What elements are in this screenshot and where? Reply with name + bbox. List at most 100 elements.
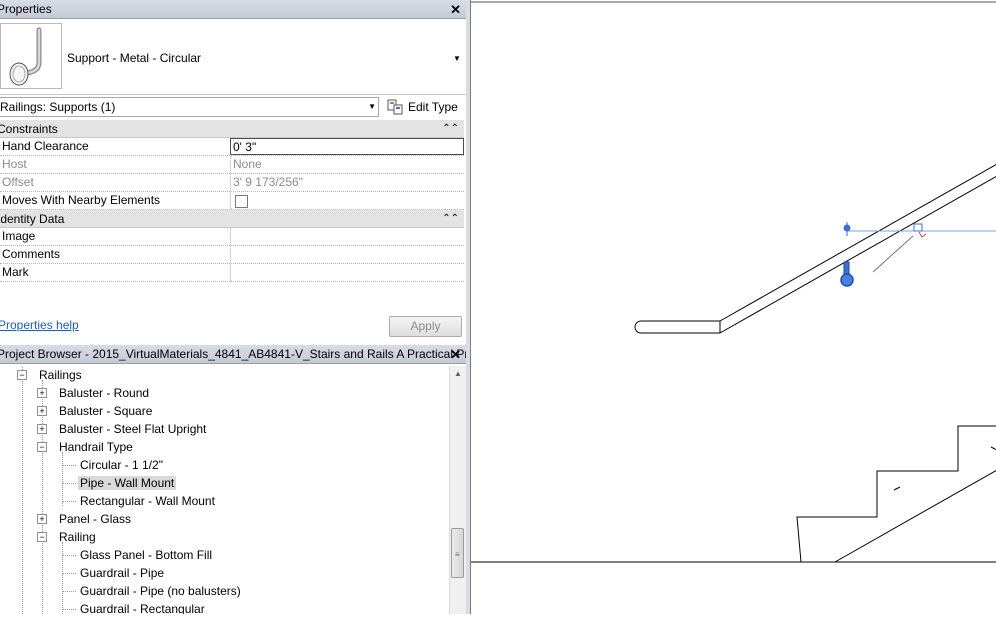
tree-item-label: Circular - 1 1/2" [80, 458, 163, 472]
property-row-mark[interactable]: Mark [0, 264, 464, 282]
tree-item-guardrail-pipe[interactable]: Guardrail - Pipe [78, 564, 166, 582]
type-thumbnail [0, 23, 62, 89]
tree-item-rectangular-wall-mount[interactable]: Rectangular - Wall Mount [78, 492, 217, 510]
properties-titlebar[interactable]: Properties ✕ [0, 0, 466, 19]
properties-help-link[interactable]: Properties help [0, 318, 79, 332]
tree-item-pipe-wall-mount[interactable]: Pipe - Wall Mount [78, 474, 177, 492]
property-name: Mark [2, 265, 29, 279]
tree-guide [62, 542, 63, 614]
tree-guide [62, 555, 76, 556]
drawing-canvas[interactable] [470, 0, 996, 614]
tree-item-railings[interactable]: − Railings [17, 366, 84, 384]
selected-support [840, 222, 996, 287]
tree-item-label: Pipe - Wall Mount [78, 476, 177, 490]
tree-item-label: Guardrail - Pipe [80, 566, 165, 580]
image-field[interactable] [230, 228, 464, 245]
group-label: Identity Data [0, 212, 65, 226]
wall-support-icon [9, 27, 42, 86]
property-row-hand-clearance[interactable]: Hand Clearance 0' 3" [0, 138, 464, 156]
property-row-comments[interactable]: Comments [0, 246, 464, 264]
expand-icon[interactable]: + [37, 424, 47, 434]
collapse-icon[interactable]: − [17, 370, 27, 380]
tree-guide [62, 501, 76, 502]
tree-item-railing[interactable]: − Railing [37, 528, 98, 546]
tree-item-baluster-square[interactable]: + Baluster - Square [37, 402, 154, 420]
tree-item-circular[interactable]: Circular - 1 1/2" [78, 456, 165, 474]
tree-item-baluster-steel-flat[interactable]: + Baluster - Steel Flat Upright [37, 420, 208, 438]
instance-filter-value: Railings: Supports (1) [0, 100, 116, 114]
tree-guide [62, 573, 76, 574]
tree-guide [62, 591, 76, 592]
group-label: Constraints [0, 122, 58, 136]
tree-item-label: Glass Panel - Bottom Fill [80, 548, 213, 562]
tree-item-label: Baluster - Steel Flat Upright [59, 422, 207, 436]
moves-with-nearby-checkbox[interactable] [235, 195, 248, 208]
project-browser-title: Project Browser - 2015_VirtualMaterials_… [0, 347, 466, 361]
edit-type-icon [387, 99, 403, 115]
edit-type-label: Edit Type [408, 100, 458, 114]
type-name: Support - Metal - Circular [67, 51, 202, 65]
tree-item-label: Guardrail - Rectangular [80, 602, 205, 614]
tree-item-guardrail-rectangular[interactable]: Guardrail - Rectangular [78, 600, 207, 614]
chevron-down-icon[interactable]: ▼ [368, 98, 376, 116]
property-name: Image [2, 229, 36, 243]
properties-title: Properties [0, 2, 52, 16]
tree-item-label: Panel - Glass [59, 512, 132, 526]
selector-row: Railings: Supports (1) ▼ Edit Type [0, 96, 466, 120]
expand-icon[interactable]: + [37, 388, 47, 398]
tree-item-label: Handrail Type [59, 440, 133, 454]
chevron-down-icon[interactable]: ▼ [453, 54, 461, 63]
property-name: Host [2, 157, 27, 171]
edit-type-button[interactable]: Edit Type [385, 97, 465, 117]
handrail [634, 163, 996, 334]
tree-guide [62, 452, 63, 506]
close-icon[interactable]: ✕ [450, 345, 461, 363]
property-value: 3' 9 173/256" [230, 174, 464, 191]
property-row-offset: Offset 3' 9 173/256" [0, 174, 464, 192]
property-value: None [230, 156, 464, 173]
property-row-moves-with-nearby: Moves With Nearby Elements [0, 192, 464, 210]
property-name: Moves With Nearby Elements [2, 193, 161, 207]
project-browser-scrollbar[interactable]: ▲ ≡ [449, 366, 466, 614]
tree-guide [62, 609, 76, 610]
tree-guide [62, 483, 76, 484]
property-grid: Constraints ⌃⌃ Hand Clearance 0' 3" Host… [0, 120, 464, 282]
tree-item-handrail-type[interactable]: − Handrail Type [37, 438, 135, 456]
tree-item-guardrail-pipe-no-balusters[interactable]: Guardrail - Pipe (no balusters) [78, 582, 243, 600]
type-selector[interactable]: Support - Metal - Circular ▼ [0, 19, 466, 95]
view-drawing [471, 1, 996, 563]
project-browser-titlebar[interactable]: Project Browser - 2015_VirtualMaterials_… [0, 345, 466, 364]
group-header-identity-data[interactable]: Identity Data ⌃⌃ [0, 210, 464, 228]
property-value-cell [230, 192, 464, 209]
collapse-icon[interactable]: ⌃⌃ [442, 120, 459, 138]
mark-field[interactable] [230, 264, 464, 281]
stair [796, 425, 996, 563]
grip-icon: ≡ [455, 550, 460, 559]
expand-icon[interactable]: + [37, 514, 47, 524]
collapse-icon[interactable]: − [37, 532, 47, 542]
left-panels: Properties ✕ Support - Metal - Circular … [0, 0, 466, 614]
instance-filter-dropdown[interactable]: Railings: Supports (1) ▼ [0, 97, 379, 117]
tree-item-glass-panel-bottom-fill[interactable]: Glass Panel - Bottom Fill [78, 546, 214, 564]
property-row-host: Host None [0, 156, 464, 174]
tree-item-label: Railing [59, 530, 96, 544]
scrollbar-thumb[interactable]: ≡ [451, 528, 464, 578]
tree-item-panel-glass[interactable]: + Panel - Glass [37, 510, 133, 528]
tree-item-baluster-round[interactable]: + Baluster - Round [37, 384, 151, 402]
scroll-up-icon[interactable]: ▲ [454, 369, 462, 378]
tree-item-label: Baluster - Square [59, 404, 153, 418]
property-name: Comments [2, 247, 61, 261]
group-header-constraints[interactable]: Constraints ⌃⌃ [0, 120, 464, 138]
tree-item-label: Rectangular - Wall Mount [80, 494, 215, 508]
hand-clearance-field[interactable]: 0' 3" [230, 138, 464, 155]
collapse-icon[interactable]: ⌃⌃ [442, 210, 459, 228]
expand-icon[interactable]: + [37, 406, 47, 416]
collapse-icon[interactable]: − [37, 442, 47, 452]
property-row-image[interactable]: Image [0, 228, 464, 246]
comments-field[interactable] [230, 246, 464, 263]
tree-guide [62, 465, 76, 466]
apply-button[interactable]: Apply [389, 316, 462, 337]
close-icon[interactable]: ✕ [450, 0, 461, 18]
tree-guide [22, 366, 23, 614]
tree-item-label: Guardrail - Pipe (no balusters) [80, 584, 241, 598]
